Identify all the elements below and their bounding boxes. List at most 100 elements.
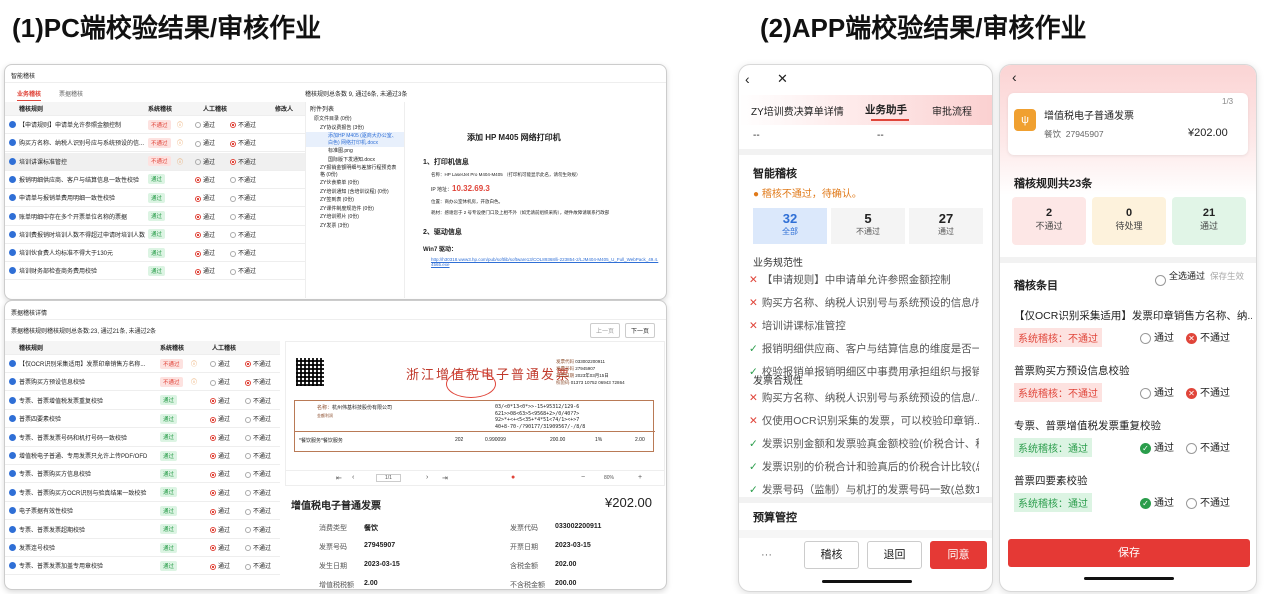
audit-button[interactable]: 稽核 bbox=[804, 541, 859, 569]
manual-pass-option[interactable]: 通过 bbox=[210, 488, 230, 497]
manual-fail-option[interactable]: 不通过 bbox=[230, 212, 256, 221]
file-item[interactable]: 国际版下发通知.docx bbox=[306, 156, 404, 165]
manual-pass-option[interactable]: 通过 bbox=[195, 138, 215, 147]
manual-fail-option[interactable]: 不通过 bbox=[230, 248, 256, 257]
manual-fail-option[interactable]: 不通过 bbox=[245, 414, 271, 423]
pass-option[interactable]: ✓ 通过 bbox=[1140, 494, 1174, 509]
manual-fail-option[interactable]: 不通过 bbox=[230, 266, 256, 275]
rule-text[interactable]: 培训财务部检查商务费用校验 bbox=[19, 266, 154, 275]
manual-fail-option[interactable]: 不通过 bbox=[230, 157, 256, 166]
manual-pass-option[interactable]: 通过 bbox=[195, 248, 215, 257]
audit-line[interactable]: ✓发票识别金额和发票验真金额校验(价税合计、税...(总数1) bbox=[749, 436, 979, 451]
stat-pass[interactable]: 27 通过 bbox=[909, 208, 983, 244]
manual-pass-option[interactable]: 通过 bbox=[195, 175, 215, 184]
rule-text[interactable]: 专票、普票增值税发票重复校验 bbox=[19, 396, 164, 405]
stat-fail[interactable]: 2 不通过 bbox=[1012, 197, 1086, 245]
fail-option[interactable]: 不通过 bbox=[1186, 494, 1230, 509]
prev-page-button[interactable]: 上一页 bbox=[590, 323, 621, 338]
manual-pass-option[interactable]: 通过 bbox=[210, 525, 230, 534]
info-icon[interactable]: ⓘ bbox=[177, 120, 183, 129]
doc-link[interactable]: http://h30318.www3.hp.com/pub/softlib/so… bbox=[431, 257, 659, 267]
tab-invoice[interactable]: 票据稽核 bbox=[59, 89, 83, 98]
file-item[interactable]: 添加HP M405 (驱商大办公室、白色) 网络打印机.docx bbox=[306, 132, 404, 147]
approve-button[interactable]: 同意 bbox=[930, 541, 987, 569]
back-icon[interactable]: ‹ bbox=[745, 71, 750, 87]
folder-item[interactable]: ZY培训照片 (0份) bbox=[306, 213, 404, 222]
folder-item[interactable]: ZY伙食菜单 (0份) bbox=[306, 179, 404, 188]
zoom-in-icon[interactable]: + bbox=[638, 474, 642, 481]
page-first-icon[interactable]: ⇤ bbox=[336, 474, 342, 482]
rule-text[interactable]: 电子票据有效性校验 bbox=[19, 506, 164, 515]
tab-business[interactable]: 业务稽核 bbox=[17, 89, 42, 101]
rule-text[interactable]: 账单明细中存在多个开票单位名称的票据 bbox=[19, 212, 154, 221]
file-item[interactable]: 标准图.png bbox=[306, 147, 404, 156]
manual-fail-option[interactable]: 不通过 bbox=[245, 488, 271, 497]
more-button[interactable]: ··· bbox=[761, 549, 772, 561]
stat-pass[interactable]: 21 通过 bbox=[1172, 197, 1246, 245]
save-effect-label[interactable]: 保存生效 bbox=[1210, 271, 1244, 282]
manual-fail-option[interactable]: 不通过 bbox=[245, 433, 271, 442]
tab-assistant[interactable]: 业务助手 bbox=[865, 102, 907, 117]
audit-line[interactable]: ✕购买方名称、纳税人识别号与系统预设的信息/...(总数1) bbox=[749, 390, 979, 405]
audit-line[interactable]: ✕ 培训讲课标准管控 bbox=[749, 318, 979, 333]
manual-fail-option[interactable]: 不通过 bbox=[245, 469, 271, 478]
page-indicator[interactable]: 1/1 bbox=[376, 474, 401, 482]
select-all-label[interactable]: 全选通过 bbox=[1169, 271, 1205, 281]
rule-text[interactable]: 发票连号校验 bbox=[19, 543, 164, 552]
manual-pass-option[interactable]: 通过 bbox=[195, 266, 215, 275]
manual-pass-option[interactable]: 通过 bbox=[210, 433, 230, 442]
manual-pass-option[interactable]: 通过 bbox=[195, 230, 215, 239]
manual-fail-option[interactable]: 不通过 bbox=[245, 543, 271, 552]
audit-line[interactable]: ✕仅使用OCR识别采集的发票，可以校验印章销...(总数1) bbox=[749, 413, 979, 428]
back-icon[interactable]: ‹ bbox=[1012, 69, 1017, 85]
rule-text[interactable]: 培训伙食费人均标准不得大于130元 bbox=[19, 248, 154, 257]
folder-item[interactable]: ZY协议费报告 (3份) bbox=[306, 124, 404, 133]
manual-pass-option[interactable]: 通过 bbox=[210, 359, 230, 368]
rule-text[interactable]: 【申请规则】申请单允许参照金额控制 bbox=[19, 120, 154, 129]
manual-pass-option[interactable]: 通过 bbox=[210, 543, 230, 552]
audit-line[interactable]: ✓发票识别的价税合计和验真后的价税合计比较(总数1) bbox=[749, 459, 979, 474]
audit-item-title[interactable]: 【仅OCR识别采集适用】发票印章销售方名称、纳... bbox=[1014, 308, 1252, 323]
pass-option[interactable]: 通过 bbox=[1140, 329, 1174, 344]
folder-item[interactable]: ZY培训通知 (含培训议程) (0份) bbox=[306, 188, 404, 197]
manual-pass-option[interactable]: 通过 bbox=[210, 377, 230, 386]
rule-text[interactable]: 专票、普票发票加盖专用章校验 bbox=[19, 561, 164, 570]
audit-line[interactable]: ✕ 【申请规则】中申请单允许参照金额控制 bbox=[749, 272, 979, 287]
audit-line[interactable]: ✓校验报销单报销明细区中事费用承担组织与报销单费... bbox=[749, 364, 979, 379]
info-icon[interactable]: ⓘ bbox=[191, 377, 197, 386]
manual-pass-option[interactable]: 通过 bbox=[210, 396, 230, 405]
rule-text[interactable]: 专票、普票发票号码和机打号码一致校验 bbox=[19, 433, 164, 442]
rule-text[interactable]: 报销明细供应商、客户与结算信息一致性校验 bbox=[19, 175, 154, 184]
rule-text[interactable]: 购买方名称、纳税人识别号应与系统预设的信... bbox=[19, 138, 154, 147]
manual-pass-option[interactable]: 通过 bbox=[210, 506, 230, 515]
rule-text[interactable]: 增值税电子普通、专用发票只允许上传PDF/OFD bbox=[19, 451, 164, 460]
manual-fail-option[interactable]: 不通过 bbox=[245, 525, 271, 534]
fail-option[interactable]: 不通过 bbox=[1186, 439, 1230, 454]
manual-pass-option[interactable]: 通过 bbox=[210, 469, 230, 478]
stat-pending[interactable]: 0 待处理 bbox=[1092, 197, 1166, 245]
reject-button[interactable]: 退回 bbox=[867, 541, 922, 569]
manual-fail-option[interactable]: 不通过 bbox=[245, 451, 271, 460]
folder-item[interactable]: ZY发票 (3份) bbox=[306, 222, 404, 231]
audit-item-title[interactable]: 普票购买方预设信息校验 bbox=[1014, 363, 1252, 378]
zoom-out-icon[interactable]: − bbox=[581, 474, 585, 481]
pass-option[interactable]: ✓ 通过 bbox=[1140, 439, 1174, 454]
save-button[interactable]: 保存 bbox=[1008, 539, 1250, 567]
zoom-level[interactable]: 80% bbox=[604, 475, 614, 481]
info-icon[interactable]: ⓘ bbox=[177, 138, 183, 147]
folder-item[interactable]: ZY课件制度规范件 (0份) bbox=[306, 205, 404, 214]
fail-option[interactable]: ✕ 不通过 bbox=[1186, 384, 1230, 399]
audit-line[interactable]: ✕购买方名称、纳税人识别号与系统预设的信息/抬头规... bbox=[749, 295, 979, 310]
rule-text[interactable]: 培训讲课标准管控 bbox=[19, 157, 154, 166]
rule-text[interactable]: 培训费报销时培训人数不得超过申请时培训人数 bbox=[19, 230, 154, 239]
manual-pass-option[interactable]: 通过 bbox=[195, 120, 215, 129]
manual-fail-option[interactable]: 不通过 bbox=[245, 396, 271, 405]
manual-pass-option[interactable]: 通过 bbox=[195, 157, 215, 166]
manual-fail-option[interactable]: 不通过 bbox=[230, 230, 256, 239]
manual-fail-option[interactable]: 不通过 bbox=[230, 138, 256, 147]
manual-fail-option[interactable]: 不通过 bbox=[245, 377, 271, 386]
info-icon[interactable]: ⓘ bbox=[191, 359, 197, 368]
pass-option[interactable]: 通过 bbox=[1140, 384, 1174, 399]
audit-item-title[interactable]: 专票、普票增值税发票重复校验 bbox=[1014, 418, 1252, 433]
audit-line[interactable]: ✓ 发票号码（监制）与机打的发票号码一致(总数1) bbox=[749, 482, 979, 497]
